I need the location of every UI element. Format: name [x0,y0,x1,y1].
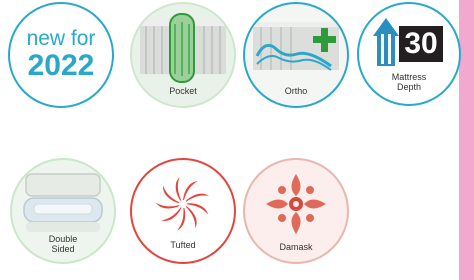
tufted-label: Tufted [170,240,196,250]
new-badge-year: 2022 [27,49,95,82]
double-sided-badge: Double Sided [10,158,116,264]
tufted-badge: Tufted [130,158,236,264]
double-sided-label-line1: Double [48,234,78,244]
new-for-2022-badge: new for 2022 [8,2,114,108]
damask-badge: Damask [243,158,349,264]
mattress-depth-badge: 30 Mattress Depth [357,2,461,106]
side-accent-stripe [459,0,474,280]
double-sided-label-line2: Sided [51,244,75,254]
ortho-label: Ortho [284,86,308,96]
damask-label: Damask [279,242,313,252]
mattress-depth-label-line2: Depth [396,82,422,92]
pocket-label: Pocket [169,86,197,96]
mattress-depth-number: 30 [404,27,438,60]
new-badge-line1: new for [26,27,96,50]
pocket-badge: Pocket [130,2,236,108]
ortho-badge: Ortho [243,2,349,108]
mattress-depth-label-line1: Mattress [391,72,427,82]
